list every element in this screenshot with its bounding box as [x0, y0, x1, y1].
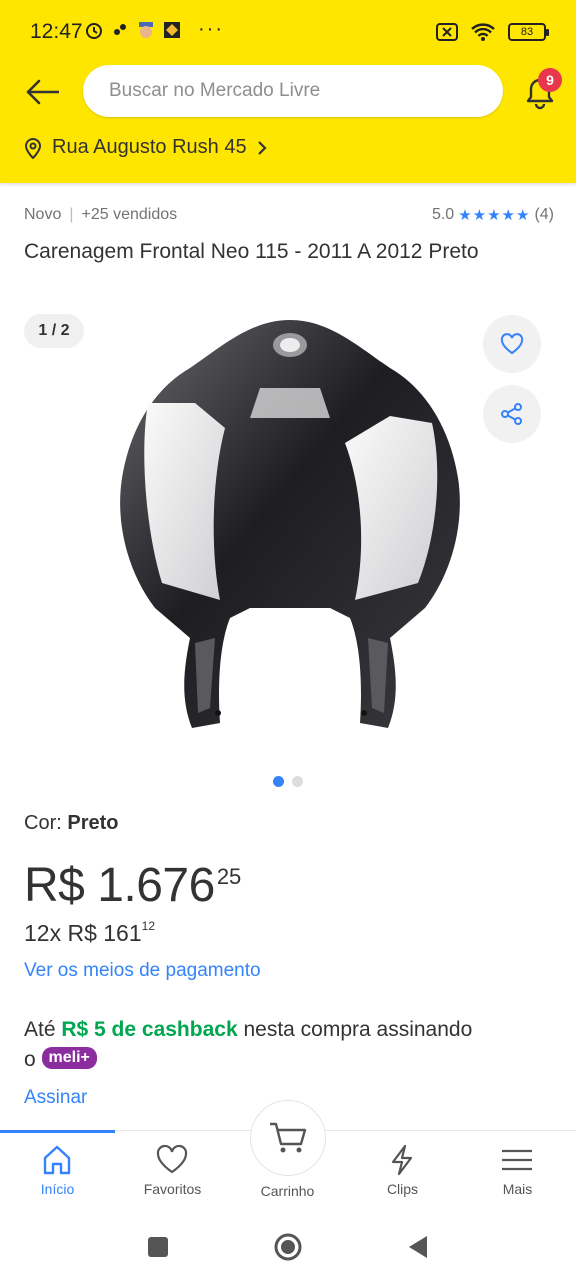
heart-icon [500, 333, 524, 355]
share-icon [501, 403, 522, 425]
review-count: (4) [534, 206, 554, 223]
status-system-icons: 83 [436, 22, 549, 42]
share-button[interactable] [483, 385, 541, 443]
price: R$ 1.67625 [24, 858, 241, 918]
meta-divider: | [69, 206, 74, 223]
status-time: 12:47 [30, 20, 83, 43]
cart-button[interactable] [250, 1100, 326, 1176]
product-meta: Novo | +25 vendidos 5.0 ★★★★★ (4) [24, 206, 554, 228]
nav-item-inicio[interactable]: Início [0, 1131, 115, 1221]
address-text: Rua Augusto Rush 45 [52, 136, 247, 158]
cashback-amount: R$ 5 de cashback [61, 1018, 238, 1041]
arrow-left-icon [26, 79, 59, 105]
favorite-button[interactable] [483, 315, 541, 373]
chevron-right-icon [257, 140, 267, 155]
more-notifications-indicator: ··· [198, 18, 224, 40]
nav-item-mais[interactable]: Mais [460, 1131, 575, 1221]
cart-icon [270, 1122, 307, 1153]
avatar-notification-icon [139, 22, 153, 38]
product-title: Carenagem Frontal Neo 115 - 2011 A 2012 … [24, 240, 479, 263]
color-value: Preto [67, 812, 119, 834]
pagination-dot-active[interactable] [273, 776, 284, 787]
color-selector[interactable]: Cor: Preto [24, 812, 118, 835]
cashback-line2: o [24, 1048, 42, 1071]
home-icon [43, 1145, 71, 1175]
location-pin-icon [24, 137, 42, 159]
delivery-address[interactable]: Rua Augusto Rush 45 [24, 136, 267, 159]
meli-plus-badge: meli+ [41, 1047, 97, 1070]
installments-cents: 12 [141, 919, 155, 934]
sold-count: +25 vendidos [81, 206, 178, 223]
search-input[interactable] [109, 65, 489, 117]
nav-label: Clips [386, 1181, 419, 1197]
nav-label: Início [40, 1181, 75, 1197]
product-gallery[interactable]: 1 / 2 [0, 300, 576, 760]
binance-icon [164, 22, 180, 38]
recent-apps-icon[interactable] [143, 1232, 173, 1262]
system-navigation [0, 1220, 576, 1280]
lightning-icon [391, 1144, 413, 1176]
pagination-dot[interactable] [292, 776, 303, 787]
status-notification-icons [84, 20, 182, 40]
heart-icon [156, 1144, 188, 1174]
gallery-pagination [0, 776, 576, 787]
image-counter: 1 / 2 [24, 314, 84, 348]
installments-amount: 12x R$ 161 [24, 920, 142, 946]
color-label: Cor: [24, 812, 62, 834]
menu-icon [502, 1149, 532, 1171]
nav-label: Mais [502, 1181, 533, 1197]
price-main: R$ 1.676 [24, 859, 215, 912]
wifi-icon [471, 23, 495, 41]
search-bar[interactable] [83, 65, 503, 117]
nav-item-favoritos[interactable]: Favoritos [115, 1131, 230, 1221]
nav-label: Carrinho [260, 1183, 315, 1199]
cashback-prefix: Até [24, 1018, 62, 1041]
battery-indicator: 83 [508, 23, 549, 41]
alarm-icon [86, 23, 102, 39]
payment-methods-link[interactable]: Ver os meios de pagamento [24, 960, 261, 982]
installments: 12x R$ 16112 [24, 919, 155, 947]
back-button[interactable] [20, 70, 64, 114]
star-rating-icon: ★★★★★ [458, 207, 531, 224]
home-button-icon[interactable] [273, 1232, 303, 1262]
price-cents: 25 [216, 864, 242, 889]
condition-label: Novo [24, 206, 62, 223]
nav-item-clips[interactable]: Clips [345, 1131, 460, 1221]
product-image[interactable] [100, 308, 480, 738]
back-triangle-icon[interactable] [403, 1232, 433, 1262]
status-bar: 12:47 ··· 83 [0, 0, 576, 64]
app-header: 12:47 ··· 83 9 Rua Augusto Rush 45 [0, 0, 576, 183]
rating-value: 5.0 [431, 206, 455, 223]
nav-label: Favoritos [143, 1181, 202, 1197]
rating[interactable]: 5.0 ★★★★★ (4) [432, 206, 554, 224]
sim-off-icon [436, 23, 458, 41]
cashback-info: Até R$ 5 de cashback nesta compra assina… [24, 1015, 554, 1075]
subscribe-link[interactable]: Assinar [24, 1087, 87, 1109]
notification-count-badge: 9 [538, 68, 562, 92]
condition-sales: Novo | +25 vendidos [24, 206, 177, 224]
cashback-suffix: nesta compra assinando [237, 1018, 473, 1041]
app-notification-icon [114, 24, 126, 35]
